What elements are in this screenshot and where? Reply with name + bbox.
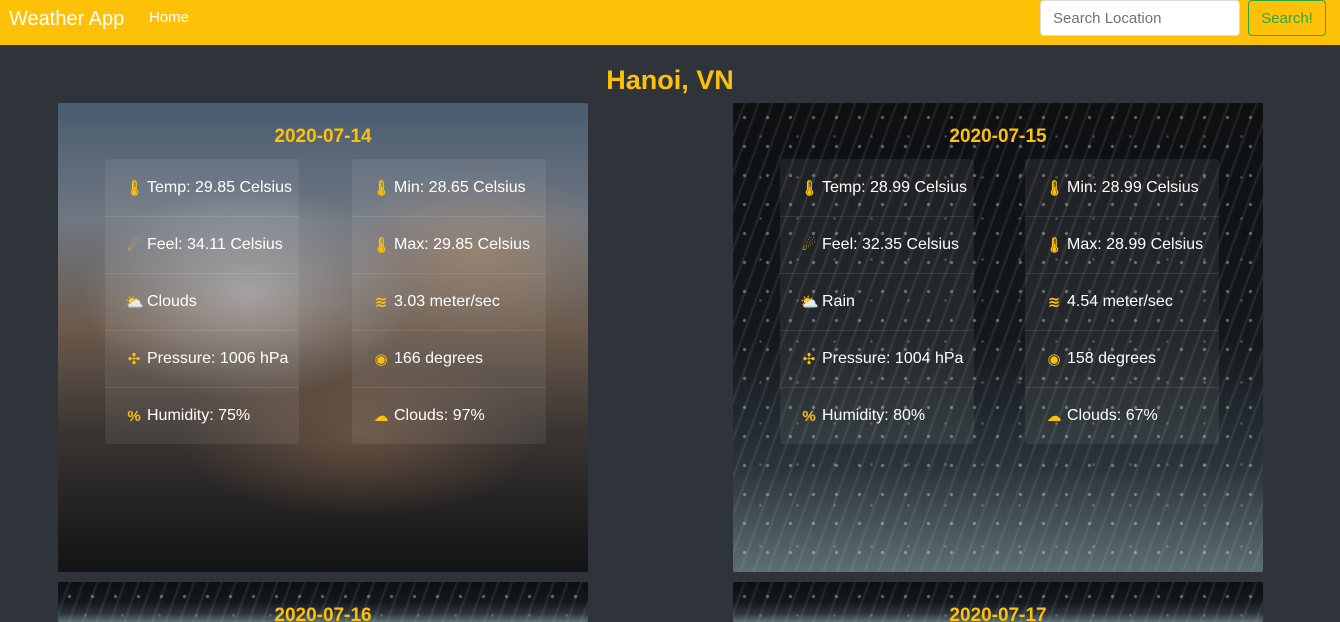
percent-icon: % [127, 407, 141, 425]
wind-icon: ≋ [374, 294, 388, 311]
wind-direction-row: ◉ 158 degrees [1025, 330, 1219, 387]
thermometer-icon: 🌡 [125, 179, 145, 197]
thermometer-icon: 🌡 [800, 179, 820, 197]
percent-icon: % [802, 407, 816, 425]
temperature-max-icon: 🌡 [1045, 237, 1065, 254]
app-brand[interactable]: Weather App [9, 6, 124, 32]
wind-speed-row: ≋ 4.54 meter/sec [1025, 273, 1219, 330]
min-value: Min: 28.65 Celsius [394, 178, 526, 196]
nav-home-link[interactable]: Home [149, 9, 189, 27]
card-date: 2020-07-16 [274, 605, 372, 622]
forecast-card: 2020-07-17 [733, 582, 1263, 622]
condition-row: ⛅ Rain [780, 273, 974, 330]
temp-row: 🌡 Temp: 28.99 Celsius [780, 159, 974, 216]
pressure-value: Pressure: 1006 hPa [147, 350, 289, 367]
feel-row: ☄ Feel: 34.11 Celsius [105, 216, 299, 273]
feels-like-icon: ☄ [127, 237, 141, 254]
temp-value: Temp: 29.85 Celsius [147, 178, 292, 196]
forecast-card: 2020-07-15 🌡 Temp: 28.99 Celsius ☄ Feel: 3… [733, 103, 1263, 572]
forecast-card: 2020-07-14 🌡 Temp: 29.85 Celsius ☄ Feel: 3… [58, 103, 588, 572]
max-row: 🌡 Max: 28.99 Celsius [1025, 216, 1219, 273]
humidity-row: % Humidity: 80% [780, 387, 974, 444]
max-value: Max: 28.99 Celsius [1067, 236, 1204, 253]
wind-direction-value: 158 degrees [1067, 350, 1156, 367]
sun-cloud-icon: ⛅ [125, 294, 144, 311]
condition-value: Clouds [147, 293, 197, 310]
temp-row: 🌡 Temp: 29.85 Celsius [105, 159, 299, 216]
feel-value: Feel: 34.11 Celsius [147, 236, 283, 253]
pressure-value: Pressure: 1004 hPa [822, 350, 964, 367]
min-value: Min: 28.99 Celsius [1067, 178, 1199, 196]
temp-value: Temp: 28.99 Celsius [822, 178, 967, 196]
max-row: 🌡 Max: 29.85 Celsius [352, 216, 546, 273]
humidity-value: Humidity: 75% [147, 407, 251, 424]
compass-icon: ◉ [374, 351, 388, 368]
cloud-icon: ☁ [1046, 408, 1062, 425]
temperature-max-icon: 🌡 [372, 237, 392, 254]
condition-value: Rain [822, 293, 855, 310]
wind-direction-row: ◉ 166 degrees [352, 330, 546, 387]
condition-row: ⛅ Clouds [105, 273, 299, 330]
feel-value: Feel: 32.35 Celsius [822, 236, 959, 253]
wind-speed-value: 4.54 meter/sec [1067, 293, 1173, 310]
min-row: 🌡 Min: 28.65 Celsius [352, 159, 546, 216]
card-date: 2020-07-15 [949, 126, 1047, 147]
pressure-row: ✣ Pressure: 1006 hPa [105, 330, 299, 387]
clouds-row: ☁ Clouds: 67% [1025, 387, 1219, 444]
temperature-min-icon: 🌡 [372, 179, 392, 197]
card-date: 2020-07-17 [949, 605, 1047, 622]
clouds-value: Clouds: 97% [394, 407, 485, 424]
weather-panel-right: 🌡 Min: 28.65 Celsius 🌡 Max: 29.85 Celsius … [352, 159, 546, 444]
forecast-card: 2020-07-16 [58, 582, 588, 622]
feel-row: ☄ Feel: 32.35 Celsius [780, 216, 974, 273]
card-date: 2020-07-14 [274, 126, 372, 147]
search-input[interactable] [1040, 0, 1240, 36]
wind-speed-row: ≋ 3.03 meter/sec [352, 273, 546, 330]
search-button[interactable]: Search! [1248, 0, 1326, 36]
wind-direction-value: 166 degrees [394, 350, 483, 367]
pressure-icon: ✣ [127, 351, 141, 368]
compass-icon: ◉ [1047, 351, 1061, 368]
city-title: Hanoi, VN [606, 65, 734, 95]
feels-like-icon: ☄ [802, 237, 816, 254]
pressure-icon: ✣ [802, 351, 816, 368]
pressure-row: ✣ Pressure: 1004 hPa [780, 330, 974, 387]
wind-speed-value: 3.03 meter/sec [394, 293, 500, 310]
clouds-row: ☁ Clouds: 97% [352, 387, 546, 444]
clouds-value: Clouds: 67% [1067, 407, 1158, 424]
weather-panel-left: 🌡 Temp: 28.99 Celsius ☄ Feel: 32.35 Celsiu… [780, 159, 974, 444]
wind-icon: ≋ [1047, 294, 1061, 311]
humidity-value: Humidity: 80% [822, 407, 926, 424]
navbar: Weather App Home Search! [0, 0, 1340, 45]
humidity-row: % Humidity: 75% [105, 387, 299, 444]
max-value: Max: 29.85 Celsius [394, 236, 531, 253]
weather-panel-right: 🌡 Min: 28.99 Celsius 🌡 Max: 28.99 Celsius … [1025, 159, 1219, 444]
cloud-icon: ☁ [373, 408, 389, 425]
min-row: 🌡 Min: 28.99 Celsius [1025, 159, 1219, 216]
temperature-min-icon: 🌡 [1045, 179, 1065, 197]
sun-cloud-icon: ⛅ [800, 294, 819, 311]
weather-panel-left: 🌡 Temp: 29.85 Celsius ☄ Feel: 34.11 Celsiu… [105, 159, 299, 444]
